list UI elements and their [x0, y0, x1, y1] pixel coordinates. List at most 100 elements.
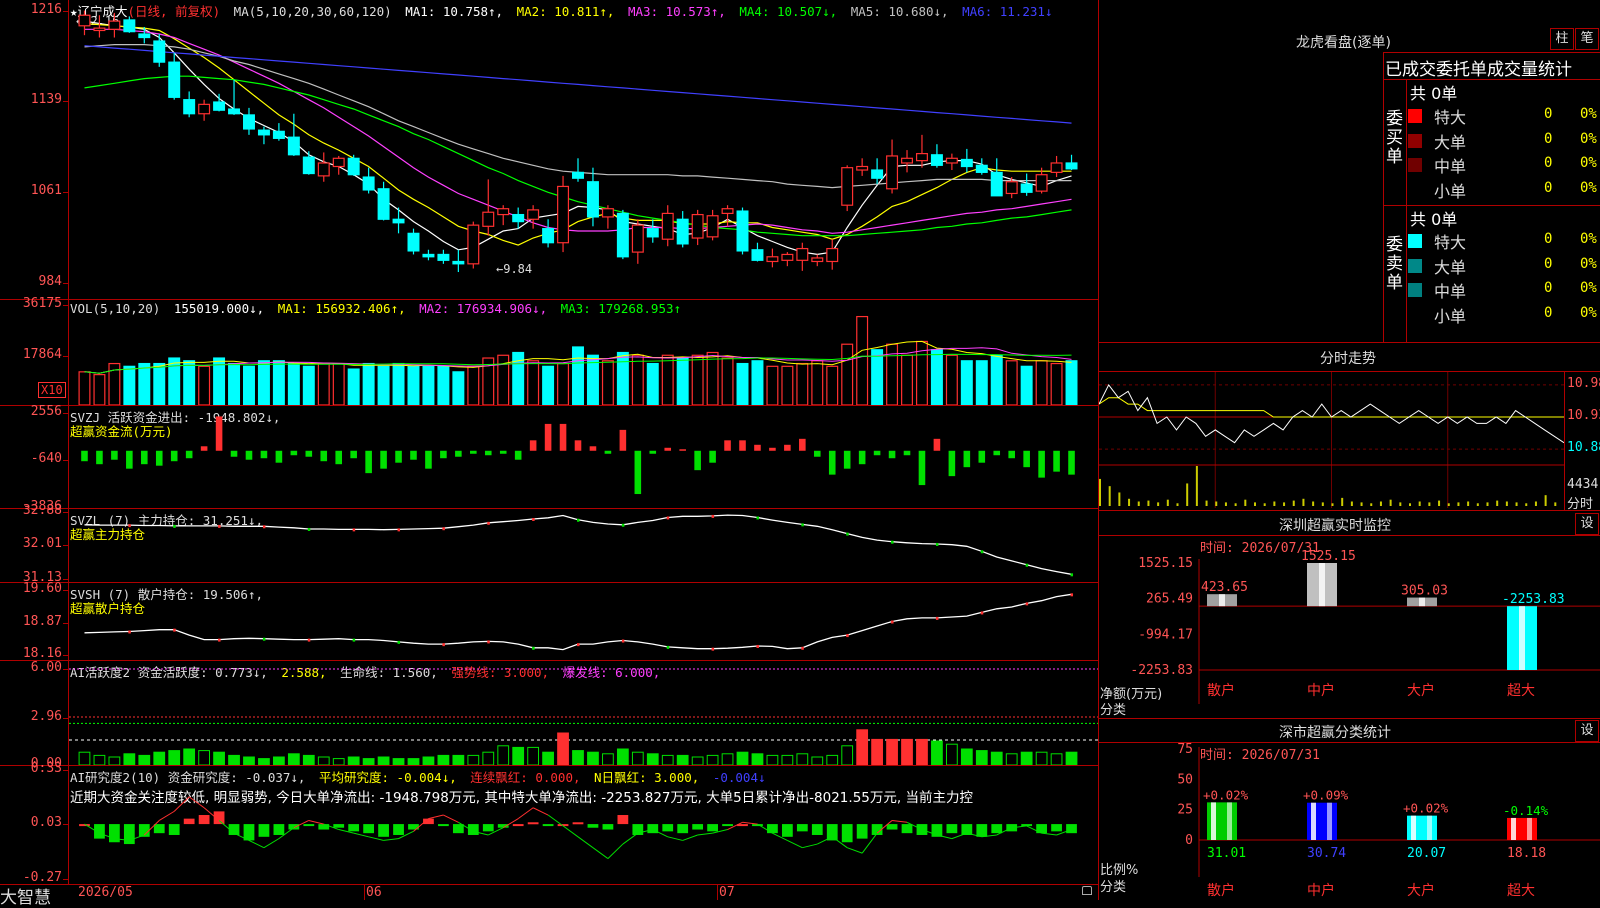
research-bar	[153, 824, 165, 834]
class-change-label: +0.09%	[1303, 788, 1349, 803]
ytick-mark	[63, 508, 68, 509]
vol-bar	[990, 354, 1003, 405]
flow-bar	[724, 440, 731, 451]
flow-bar	[111, 450, 118, 460]
bar-highlight	[1411, 815, 1416, 840]
ytick-mark	[63, 655, 68, 657]
flow-bar	[589, 446, 597, 451]
vol-bar	[1005, 360, 1018, 405]
vol-bar	[811, 360, 824, 405]
research-bar	[767, 824, 778, 834]
holding-tick	[173, 524, 176, 528]
holding-tick	[666, 645, 670, 649]
holding-tick	[711, 514, 715, 518]
retail-holding-chart[interactable]	[69, 583, 1098, 660]
app-logo[interactable]: 大智慧	[0, 883, 51, 908]
monitor-settings-button[interactable]: 设	[1575, 513, 1599, 535]
vol-bar	[422, 365, 435, 405]
holding-line	[84, 593, 1072, 651]
flow-bar	[1038, 450, 1045, 478]
activity-bar	[751, 753, 764, 765]
order-percent: 0%	[1580, 179, 1597, 196]
research-bar	[811, 824, 823, 835]
candle	[1005, 181, 1018, 195]
volume-chart[interactable]	[69, 300, 1098, 405]
vol-bar	[930, 349, 943, 405]
activity-bar	[1020, 751, 1033, 765]
class-category: 大户	[1407, 882, 1435, 899]
flow-bar	[993, 450, 1001, 456]
activity-bar	[138, 754, 151, 765]
research-line	[577, 836, 594, 849]
main-holding-chart[interactable]	[69, 509, 1098, 582]
bar-mode-button[interactable]: 柱	[1550, 28, 1574, 50]
flow-bar	[529, 440, 537, 451]
mon-ytick: -2253.83	[1130, 663, 1193, 678]
fs-vol-bar	[1215, 501, 1218, 506]
flow-bar	[126, 450, 133, 469]
color-swatch	[1408, 234, 1422, 248]
ytick-mark	[63, 460, 68, 462]
research-line	[742, 821, 758, 825]
class-settings-button[interactable]: 设	[1575, 720, 1599, 742]
vol-bar	[796, 362, 809, 405]
research-chart[interactable]	[69, 766, 1098, 884]
candle	[691, 213, 704, 239]
ytick-mark	[63, 622, 68, 624]
money-flow-chart[interactable]	[69, 406, 1098, 508]
color-swatch	[1408, 182, 1422, 197]
holding-tick	[846, 634, 849, 638]
ytick-label: 1216	[30, 1, 62, 17]
tick-mode-button[interactable]: 笔	[1575, 28, 1599, 50]
ytick-mark	[63, 545, 68, 547]
holding-tick	[756, 516, 759, 520]
buy-total: 共 0单	[1410, 84, 1458, 103]
research-bar	[901, 824, 913, 834]
order-count: 0	[1544, 255, 1553, 272]
intraday-chart[interactable]	[1099, 372, 1564, 508]
intraday-vol-max: 4434	[1567, 477, 1599, 492]
activity-chart[interactable]	[69, 661, 1098, 765]
lock-icon[interactable]	[1082, 886, 1092, 895]
flow-bar	[948, 450, 956, 477]
activity-bar	[482, 751, 495, 765]
activity-bar	[527, 746, 540, 765]
candle	[766, 256, 779, 263]
research-bar	[363, 824, 375, 834]
holding-tick	[218, 524, 221, 528]
research-line	[428, 814, 444, 820]
fs-vol-bar	[1205, 500, 1208, 506]
research-bar	[378, 824, 389, 837]
vol-bar	[661, 354, 674, 405]
activity-bar	[796, 753, 809, 765]
activity-bar	[168, 750, 181, 765]
bar-highlight	[1327, 802, 1332, 840]
vol-bar	[437, 365, 450, 405]
kline-chart[interactable]	[69, 0, 1098, 299]
vol-bar	[407, 365, 420, 405]
order-type: 中单	[1434, 157, 1467, 176]
holding-tick	[397, 640, 401, 644]
fs-vol-bar	[1137, 501, 1140, 506]
class-change-label: -0.14%	[1503, 803, 1549, 818]
candle	[108, 20, 121, 30]
holding-tick	[442, 527, 445, 531]
flow-bar	[484, 450, 492, 456]
class-ratio-chart[interactable]: 75 50 25 0 +0.02% 31.01 散户 +0.09% 30.74 中户 +0.02% 2…	[1099, 743, 1600, 900]
vol-bar	[287, 362, 300, 405]
candle	[646, 228, 659, 238]
order-percent: 0%	[1580, 106, 1597, 122]
holding-tick	[173, 628, 176, 632]
net-flow-chart[interactable]: 1525.15 265.49 -994.17 -2253.83 423.65 散户 1525…	[1099, 536, 1600, 718]
research-bar	[348, 824, 360, 832]
candle	[272, 130, 285, 139]
flow-bar	[81, 450, 88, 462]
research-bar	[617, 815, 629, 825]
net-flow-category: 散户	[1207, 682, 1235, 699]
holding-tick	[442, 643, 445, 647]
ytick-mark	[63, 669, 68, 670]
research-line	[248, 839, 265, 849]
research-bar	[572, 822, 584, 825]
net-flow-label: 305.03	[1401, 584, 1448, 599]
flow-bar	[664, 447, 672, 451]
